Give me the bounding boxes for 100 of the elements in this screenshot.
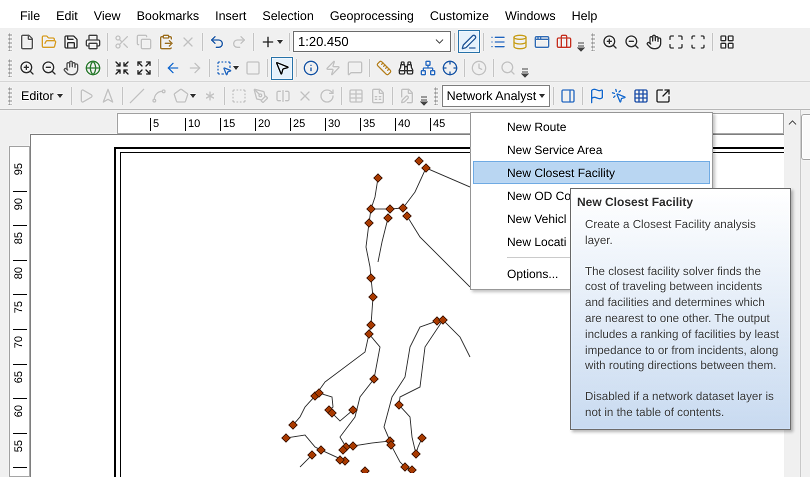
mouse-pointer-click-icon — [611, 88, 628, 104]
toolbar-overflow-icon[interactable] — [420, 96, 428, 106]
play-icon — [78, 88, 94, 104]
ruler-label: 25 — [290, 118, 325, 131]
grid3x3-icon — [633, 88, 650, 104]
network-icon — [420, 60, 436, 76]
navigation2-icon — [100, 88, 116, 104]
maximize-icon — [668, 34, 684, 50]
ruler-label: 5 — [150, 118, 185, 131]
slash-icon — [128, 88, 145, 104]
menu-button[interactable]: Network Analyst — [442, 84, 550, 106]
ruler-label: 80 — [13, 266, 26, 280]
ruler-label: 35 — [360, 118, 395, 131]
ruler-label: 65 — [13, 370, 26, 383]
editor-toolbar-button[interactable] — [458, 30, 480, 53]
binoculars-icon — [398, 60, 414, 76]
square-arrow-out-up-right-icon — [655, 88, 672, 104]
ruler-label: 10 — [185, 118, 220, 131]
tooltip-text: Create a Closest Facility analysis layer. — [585, 217, 757, 249]
pentagon-icon — [172, 88, 189, 104]
expand-icon — [136, 60, 152, 76]
zoom-in-icon — [602, 34, 618, 50]
save-icon — [63, 34, 79, 50]
file-spreadsheet-icon — [370, 88, 386, 104]
menu-item[interactable]: Help — [564, 6, 606, 28]
zoom-in-icon — [19, 60, 35, 76]
menu-item[interactable]: New Route — [473, 115, 710, 138]
caret-icon — [56, 94, 63, 98]
shrink-icon — [114, 60, 130, 76]
select-elements-button[interactable] — [271, 56, 293, 80]
caret-icon — [190, 94, 196, 98]
caret-icon — [277, 40, 283, 44]
copy-icon — [136, 34, 152, 50]
menu-item[interactable]: Edit — [48, 6, 86, 28]
ruler-label: 20 — [255, 118, 290, 131]
folder-open-icon — [41, 34, 57, 50]
mouse-pointer2-icon — [274, 60, 290, 76]
ruler-label: 90 — [13, 198, 26, 210]
scan-icon — [690, 34, 706, 50]
pen-tool-icon — [252, 88, 269, 104]
menu-item[interactable]: Geoprocessing — [322, 6, 422, 28]
square-dashed-icon — [230, 88, 247, 104]
ruler-label: 75 — [13, 301, 26, 314]
caret-icon — [539, 94, 546, 98]
toolbar-overflow-icon[interactable] — [521, 68, 529, 78]
ruler-label: 15 — [220, 118, 255, 131]
caret-icon — [233, 66, 239, 70]
menu-item[interactable]: File — [12, 6, 48, 28]
list-icon — [490, 34, 506, 50]
square-split-horizontal-icon — [274, 88, 291, 104]
menu-item[interactable]: Customize — [422, 6, 497, 28]
info-icon — [303, 60, 319, 76]
crosshair-icon — [442, 60, 458, 76]
undo2-icon — [209, 34, 225, 50]
menu-item[interactable]: Insert — [207, 6, 254, 28]
ruler-label: 95 — [13, 163, 26, 176]
ruler-label: 45 — [430, 118, 465, 131]
printer-icon — [85, 34, 101, 50]
search-icon — [500, 60, 516, 76]
clock-icon — [471, 60, 487, 76]
database-icon — [512, 34, 528, 50]
scale-field[interactable]: 1:20.450 — [293, 31, 451, 52]
hand-icon — [63, 60, 79, 76]
table-icon — [348, 88, 364, 104]
zoom-out-icon — [624, 34, 640, 50]
menu-item[interactable]: Windows — [496, 6, 564, 28]
file-pen-icon — [398, 88, 415, 104]
ruler-label: 40 — [395, 118, 430, 131]
flag-icon — [589, 88, 606, 104]
pen-line-icon — [461, 34, 477, 50]
square-icon — [245, 60, 261, 76]
plus-icon — [260, 34, 276, 50]
menu-button[interactable]: Editor — [16, 84, 68, 106]
scissors-icon — [114, 34, 130, 50]
clipboard-paste-icon — [158, 34, 174, 50]
tooltip-text: The closest facility solver finds the cost of traveling between incidents and facilities and determines which are nearest to one other. The output includes a ranking of facilities by least impedance to or from incidents, along with routing directions between them. — [585, 264, 780, 374]
rotate-cw-icon — [318, 88, 335, 104]
layout-grid-icon — [719, 34, 735, 50]
menu-item[interactable]: Bookmarks — [128, 6, 208, 28]
ruler-icon — [376, 60, 392, 76]
zoom-out-icon — [41, 60, 57, 76]
hand-icon — [646, 34, 662, 50]
ruler-label: 70 — [13, 336, 26, 348]
menu-item[interactable]: New Closest Facility — [473, 161, 710, 184]
globe-icon — [85, 60, 101, 76]
tooltip-title: New Closest Facility — [577, 195, 694, 209]
menu-item[interactable]: Selection — [254, 6, 322, 28]
square-dashed-mouse-pointer-icon — [216, 60, 232, 76]
ruler-label: 60 — [13, 405, 26, 418]
ruler-label: 30 — [325, 118, 360, 131]
ruler-label: 85 — [13, 232, 26, 244]
menu-item[interactable]: View — [86, 6, 129, 28]
spline-icon — [150, 88, 167, 104]
tooltip-text: Disabled if a network dataset layer is not in the table of contents. — [585, 389, 775, 421]
zap-icon — [325, 60, 341, 76]
redo2-icon — [231, 34, 247, 50]
panel-right-icon — [560, 88, 576, 104]
toolbar-overflow-icon[interactable] — [577, 42, 585, 52]
menu-item[interactable]: New Service Area — [473, 138, 710, 161]
file-icon — [19, 34, 35, 50]
